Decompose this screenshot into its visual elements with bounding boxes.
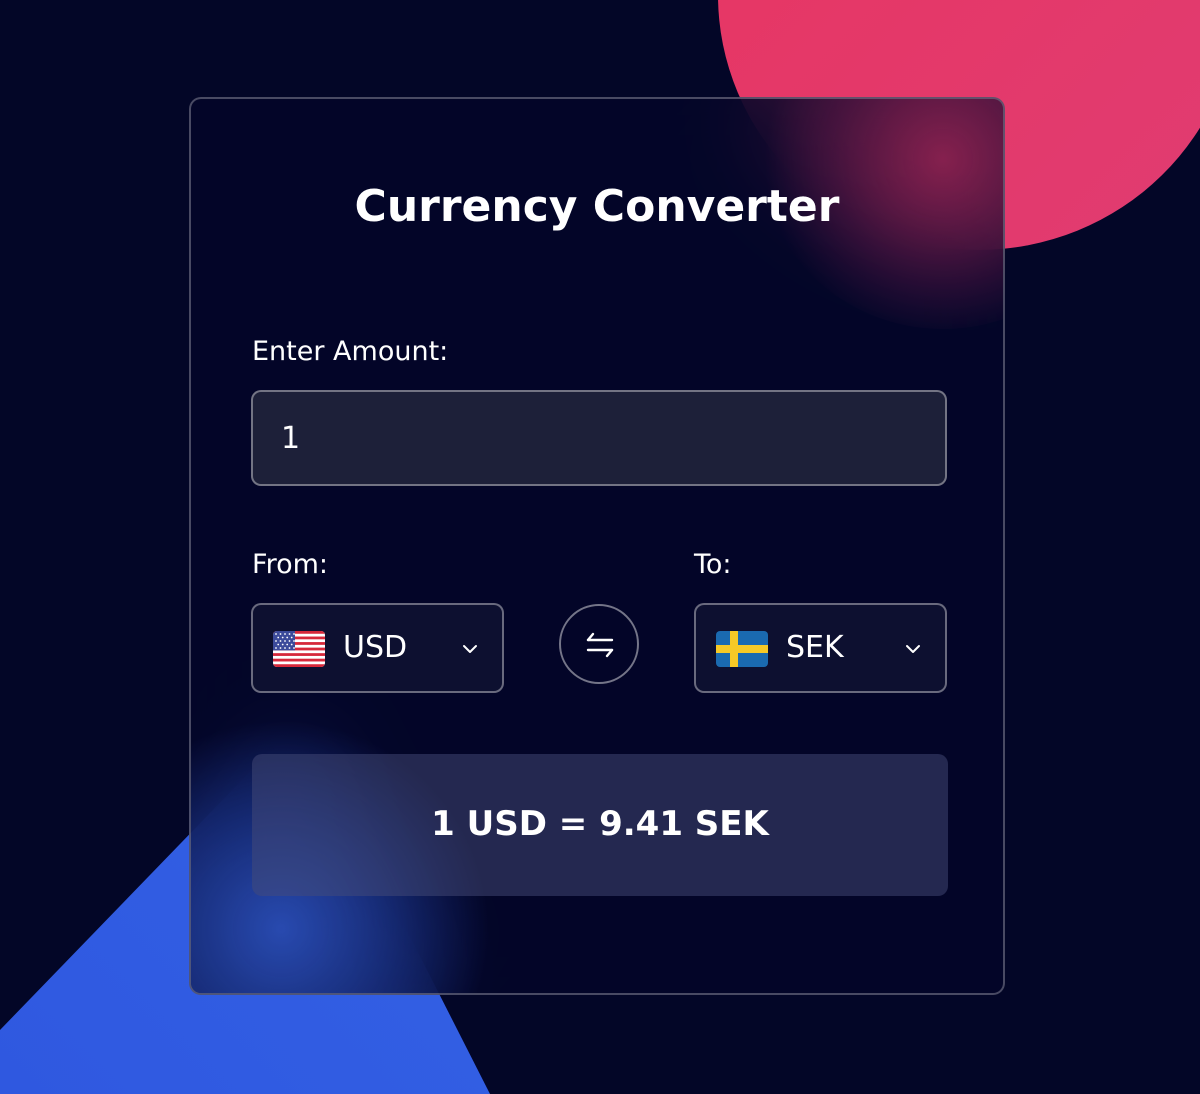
swap-arrows-icon [586, 632, 614, 658]
swap-currencies-button[interactable] [559, 604, 639, 684]
amount-input[interactable] [251, 390, 947, 486]
from-currency-select[interactable]: USD [251, 603, 504, 693]
sweden-flag-icon [716, 631, 768, 667]
conversion-result-panel: 1 USD = 9.41 SEK [252, 754, 948, 896]
to-currency-select[interactable]: SEK [694, 603, 947, 693]
us-flag-icon [273, 631, 325, 667]
converter-card: Currency Converter Enter Amount: From: T… [189, 97, 1005, 995]
to-label: To: [694, 549, 732, 580]
chevron-down-icon [906, 645, 920, 653]
from-label: From: [252, 549, 328, 580]
page-title: Currency Converter [354, 181, 840, 232]
amount-label: Enter Amount: [252, 336, 449, 367]
conversion-result-text: 1 USD = 9.41 SEK [431, 804, 769, 844]
from-currency-code: USD [343, 630, 408, 665]
chevron-down-icon [463, 645, 477, 653]
to-currency-code: SEK [786, 630, 844, 665]
